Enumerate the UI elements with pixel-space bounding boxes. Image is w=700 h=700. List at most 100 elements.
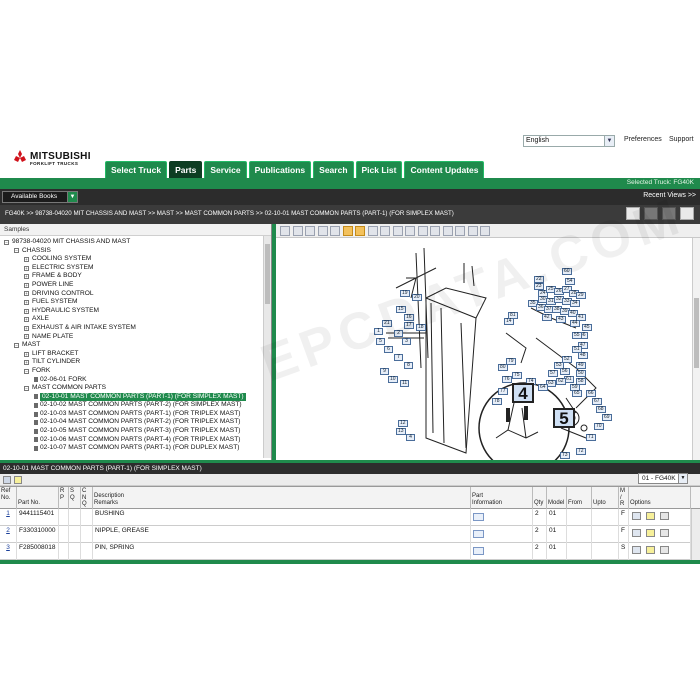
scroll-thumb[interactable] (694, 298, 699, 368)
callout-number[interactable]: 17 (404, 322, 414, 329)
tree-item[interactable]: − MAST COMMON PARTS (0, 384, 263, 393)
callout-number[interactable]: 76 (502, 376, 512, 383)
tree-item[interactable]: 02-10-06 MAST COMMON PARTS (PART-4) (FOR… (0, 436, 263, 445)
scroll-thumb[interactable] (265, 244, 270, 304)
callout-number[interactable]: 23 (534, 283, 544, 290)
layout-icon[interactable] (680, 207, 694, 220)
help-icon[interactable] (480, 226, 490, 236)
cell-ref-no[interactable]: 1 (0, 509, 17, 526)
callout-number[interactable]: 8 (404, 362, 413, 369)
callout-number[interactable]: 42 (542, 314, 552, 321)
callout-large[interactable]: 4 (512, 383, 534, 403)
expand-icon[interactable]: + (24, 308, 29, 314)
callout-number[interactable]: 10 (388, 376, 398, 383)
tree-item[interactable]: 02-10-05 MAST COMMON PARTS (PART-3) (FOR… (0, 427, 263, 436)
tree-item[interactable]: + FRAME & BODY (0, 272, 263, 281)
expand-icon[interactable]: + (24, 282, 29, 288)
callout-number[interactable]: 55 (572, 332, 582, 339)
collapse-icon[interactable]: − (24, 385, 29, 391)
tree-item[interactable]: 02-06-01 FORK (0, 376, 263, 385)
table-row[interactable]: 2 F330310000 NIPPLE, GREASE 2 01 F (0, 526, 691, 543)
callout-number[interactable]: 60 (562, 268, 572, 275)
expand-icon[interactable]: + (24, 299, 29, 305)
note-icon[interactable] (14, 476, 22, 484)
preferences-link[interactable]: Preferences (624, 136, 662, 143)
callout-number[interactable]: 50 (576, 370, 586, 377)
tree-item[interactable]: −98738-04020 MIT CHASSIS AND MAST (0, 238, 263, 247)
tree-item[interactable]: + COOLING SYSTEM (0, 255, 263, 264)
callout-number[interactable]: 9 (380, 368, 389, 375)
callout-number[interactable]: 78 (492, 398, 502, 405)
collapse-icon[interactable]: − (24, 368, 29, 374)
info-icon[interactable] (467, 226, 478, 236)
tab-parts[interactable]: Parts (169, 161, 203, 178)
parts-table-scrollbar[interactable] (691, 509, 700, 561)
tab-publications[interactable]: Publications (248, 161, 312, 178)
callout-number[interactable]: 3 (402, 338, 411, 345)
cart-icon[interactable] (660, 546, 669, 554)
tree-item[interactable]: 02-10-07 MAST COMMON PARTS (PART-1) (FOR… (0, 444, 263, 453)
callout-number[interactable]: 15 (396, 306, 406, 313)
part-information-icon[interactable] (473, 513, 484, 521)
callout-number[interactable]: 45 (582, 324, 592, 331)
rotate-icon[interactable] (392, 226, 403, 236)
tree-item[interactable]: 02-10-02 MAST COMMON PARTS (PART-2) (FOR… (0, 401, 263, 410)
callout-large[interactable]: 5 (553, 408, 575, 428)
expand-icon[interactable]: + (24, 317, 29, 323)
callout-number[interactable]: 66 (586, 390, 596, 397)
tree-item[interactable]: + POWER LINE (0, 281, 263, 290)
callout-number[interactable]: 44 (570, 320, 580, 327)
callout-number[interactable]: 64 (538, 384, 548, 391)
collapse-icon[interactable]: − (14, 248, 19, 254)
expand-icon[interactable]: + (24, 351, 29, 357)
callout-number[interactable]: 62 (556, 378, 566, 385)
callout-number[interactable]: 2 (394, 330, 403, 337)
next-page-icon[interactable] (305, 226, 315, 236)
language-select[interactable]: English ▼ (523, 135, 615, 147)
callout-number[interactable]: 16 (404, 314, 414, 321)
tree-item[interactable]: + HYDRAULIC SYSTEM (0, 307, 263, 316)
prev-page-icon[interactable] (292, 226, 303, 236)
tree-item[interactable]: − FORK (0, 367, 263, 376)
last-page-icon[interactable] (317, 226, 328, 236)
callout-number[interactable]: 34 (570, 300, 580, 307)
callout-number[interactable]: 48 (578, 352, 588, 359)
comment-icon[interactable] (632, 512, 641, 520)
tab-search[interactable]: Search (313, 161, 354, 178)
cart-icon[interactable] (660, 512, 669, 520)
callout-number[interactable]: 80 (498, 364, 508, 371)
callout-number[interactable]: 7 (394, 354, 403, 361)
note-icon[interactable] (646, 546, 655, 554)
fit-icon[interactable] (380, 226, 390, 236)
callout-number[interactable]: 12 (398, 420, 408, 427)
callout-number[interactable]: 13 (396, 428, 406, 435)
collapse-icon[interactable]: − (14, 342, 19, 348)
zoom-in-icon[interactable] (342, 226, 353, 236)
callout-number[interactable]: 70 (594, 423, 604, 430)
part-information-icon[interactable] (473, 547, 484, 555)
callout-number[interactable]: 77 (498, 388, 508, 395)
table-row[interactable]: 3 F285008018 PIN, SPRING 2 01 S (0, 543, 691, 560)
callout-number[interactable]: 56 (560, 368, 570, 375)
cell-ref-no[interactable]: 3 (0, 543, 17, 560)
tab-content-updates[interactable]: Content Updates (404, 161, 485, 178)
callout-number[interactable]: 68 (596, 406, 606, 413)
tree-item[interactable]: + LIFT BRACKET (0, 350, 263, 359)
tree-item[interactable]: + AXLE (0, 315, 263, 324)
tab-service[interactable]: Service (204, 161, 247, 178)
cell-ref-no[interactable]: 2 (0, 526, 17, 543)
pan-icon[interactable] (330, 226, 340, 236)
expand-icon[interactable]: + (24, 265, 29, 271)
list-view-icon[interactable] (626, 207, 640, 220)
callout-number[interactable]: 22 (534, 276, 544, 283)
tree-item[interactable]: + DRIVING CONTROL (0, 290, 263, 299)
copy-icon[interactable] (417, 226, 428, 236)
exploded-view-drawing[interactable]: 60 54 22 23 24 25 26 27 28 29 30 31 32 33 34 35 36 37 38 39… (276, 238, 692, 460)
tree-scrollbar[interactable] (263, 236, 271, 458)
note-icon[interactable] (646, 529, 655, 537)
callout-number[interactable]: 43 (556, 316, 566, 323)
print-icon[interactable] (644, 207, 658, 220)
tree-item[interactable]: + TILT CYLINDER (0, 358, 263, 367)
callout-number[interactable]: 51 (572, 346, 582, 353)
callout-number[interactable]: 6 (384, 346, 393, 353)
